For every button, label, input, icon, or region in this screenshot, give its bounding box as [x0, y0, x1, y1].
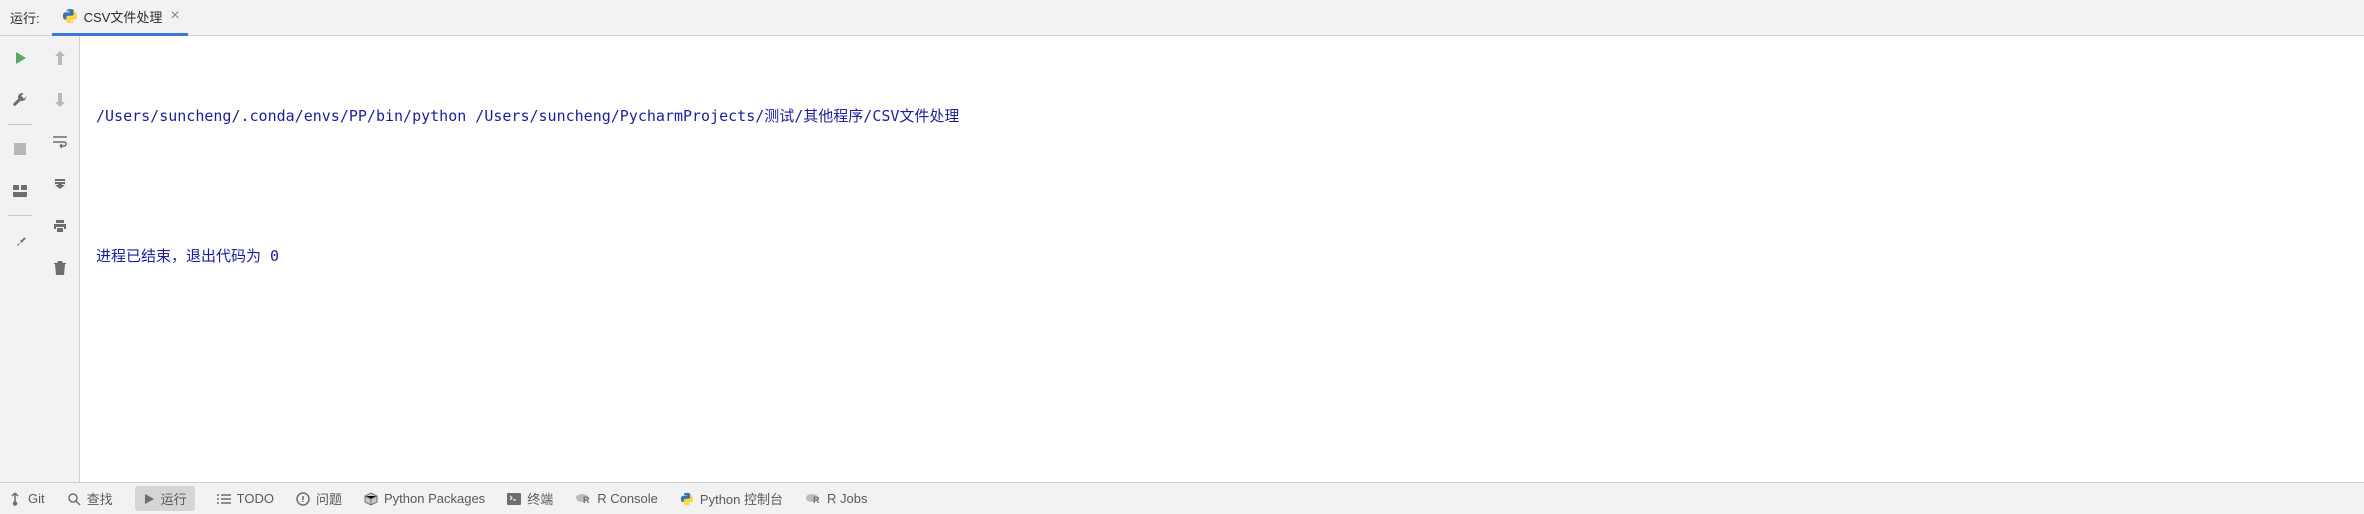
- console-output[interactable]: /Users/suncheng/.conda/envs/PP/bin/pytho…: [80, 36, 2364, 482]
- run-panel-title: 运行:: [0, 8, 52, 27]
- console-line: /Users/suncheng/.conda/envs/PP/bin/pytho…: [96, 102, 2348, 130]
- run-toolbar-primary: [0, 36, 40, 482]
- up-arrow-icon: [48, 46, 72, 70]
- todo-tool-button[interactable]: TODO: [217, 491, 274, 506]
- svg-text:R: R: [583, 495, 590, 505]
- trash-icon[interactable]: [48, 256, 72, 280]
- run-tool-button[interactable]: 运行: [135, 486, 195, 511]
- python-packages-label: Python Packages: [384, 491, 485, 506]
- toolbar-separator: [8, 124, 32, 125]
- r-jobs-label: R Jobs: [827, 491, 867, 506]
- run-label: 运行: [161, 489, 187, 508]
- problems-tool-button[interactable]: 问题: [296, 489, 342, 508]
- scroll-to-end-icon[interactable]: [48, 172, 72, 196]
- run-panel-header: 运行: CSV文件处理 ×: [0, 0, 2364, 36]
- git-tool-button[interactable]: Git: [8, 491, 45, 506]
- pin-icon[interactable]: [8, 228, 32, 252]
- python-console-tool-button[interactable]: Python 控制台: [680, 489, 783, 508]
- stop-button: [8, 137, 32, 161]
- python-console-label: Python 控制台: [700, 489, 783, 508]
- terminal-tool-button[interactable]: 终端: [507, 489, 553, 508]
- todo-label: TODO: [237, 491, 274, 506]
- print-icon[interactable]: [48, 214, 72, 238]
- svg-text:R: R: [813, 495, 820, 505]
- run-toolbar-secondary: [40, 36, 80, 482]
- wrench-icon[interactable]: [8, 88, 32, 112]
- console-line: 进程已结束，退出代码为 0: [96, 242, 2348, 270]
- terminal-label: 终端: [527, 489, 553, 508]
- run-tab[interactable]: CSV文件处理 ×: [52, 0, 188, 36]
- r-jobs-tool-button[interactable]: R R Jobs: [805, 491, 867, 506]
- rerun-button[interactable]: [8, 46, 32, 70]
- r-console-tool-button[interactable]: R R Console: [575, 491, 658, 506]
- r-console-label: R Console: [597, 491, 658, 506]
- run-panel-body: /Users/suncheng/.conda/envs/PP/bin/pytho…: [0, 36, 2364, 482]
- find-label: 查找: [87, 489, 113, 508]
- down-arrow-icon: [48, 88, 72, 112]
- soft-wrap-icon[interactable]: [48, 130, 72, 154]
- tool-window-bar: Git 查找 运行 TODO 问题 Python Packages 终端 R R…: [0, 482, 2364, 514]
- problems-label: 问题: [316, 489, 342, 508]
- toolbar-separator: [8, 215, 32, 216]
- python-icon: [62, 8, 78, 24]
- python-packages-tool-button[interactable]: Python Packages: [364, 491, 485, 506]
- close-icon[interactable]: ×: [168, 8, 181, 24]
- find-tool-button[interactable]: 查找: [67, 489, 113, 508]
- git-label: Git: [28, 491, 45, 506]
- run-tab-label: CSV文件处理: [84, 7, 163, 26]
- layout-icon[interactable]: [8, 179, 32, 203]
